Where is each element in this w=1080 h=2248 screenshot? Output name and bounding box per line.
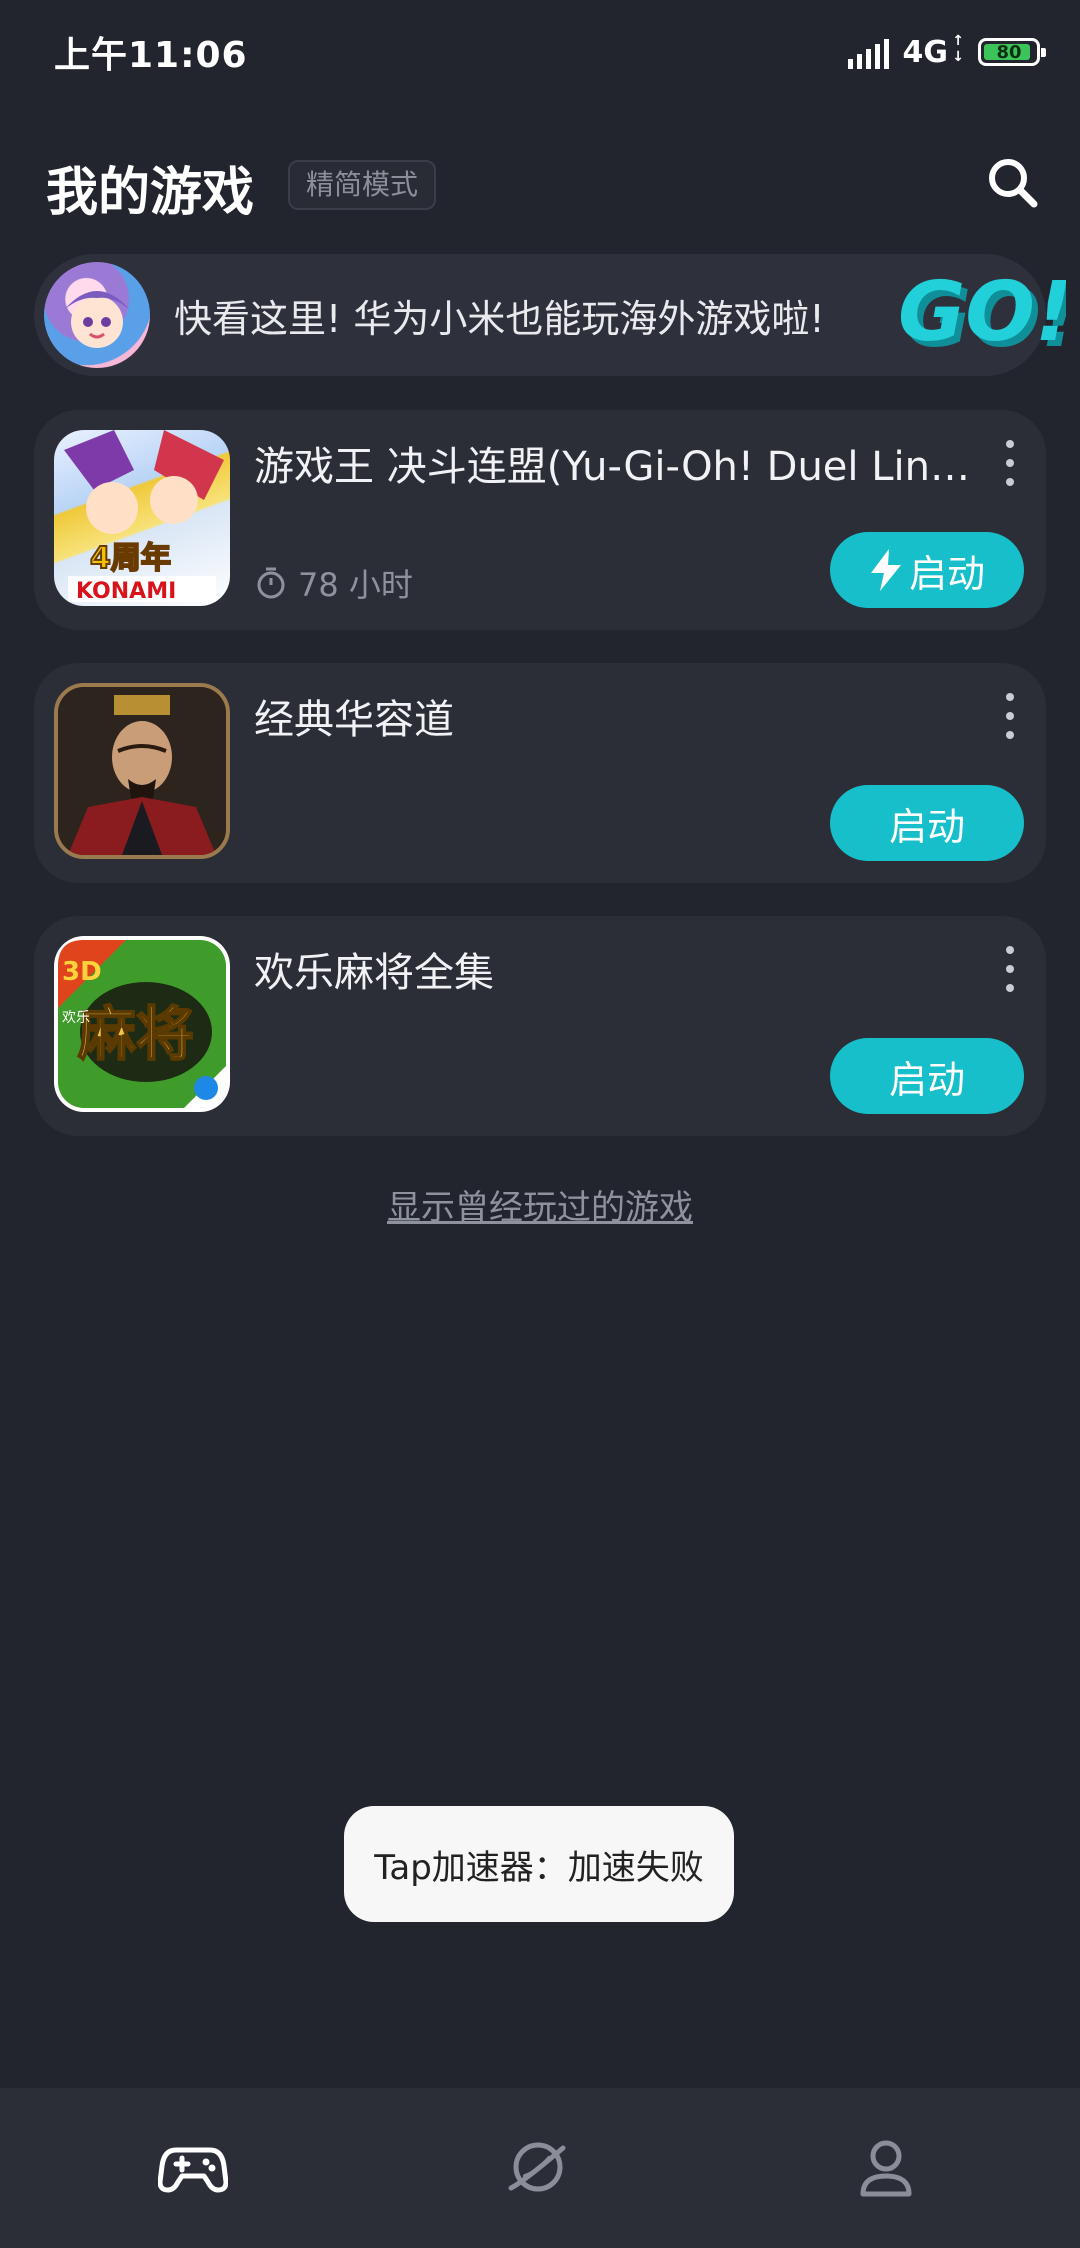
search-button[interactable] (980, 150, 1046, 216)
show-played-games-link[interactable]: 显示曾经玩过的游戏 (0, 1180, 1080, 1229)
battery-level: 80 (996, 41, 1022, 63)
nav-tab-profile[interactable] (851, 2132, 921, 2202)
promo-avatar (44, 262, 150, 368)
more-options-button[interactable] (1000, 693, 1020, 739)
user-icon (860, 2140, 912, 2197)
lightning-icon (870, 549, 901, 591)
go-text: GO! (898, 265, 1066, 360)
game-title: 欢乐麻将全集 (254, 950, 494, 996)
launch-label: 启动 (888, 804, 965, 849)
icon-3d-text: 3D (62, 957, 102, 987)
icon-mahjong-text: 麻将 (78, 1000, 194, 1068)
more-vertical-icon (1006, 946, 1014, 954)
launch-button[interactable]: 启动 (830, 785, 1024, 861)
game-icon-yugioh: 4周年 KONAMI (54, 430, 230, 606)
icon-anniversary-text: 4周年 (90, 541, 171, 576)
playtime-text: 78 小时 (298, 566, 413, 604)
network-type: 4G ↑ ↓ (902, 32, 965, 70)
promo-text: 快看这里! 华为小米也能玩海外游戏啦! (174, 297, 825, 341)
nav-tab-games[interactable] (157, 2132, 229, 2202)
icon-side-text: 欢乐 (62, 1010, 90, 1026)
more-vertical-icon (1006, 440, 1014, 448)
search-icon (989, 159, 1038, 208)
signal-icon (847, 35, 889, 69)
game-title: 游戏王 决斗连盟(Yu-Gi-Oh! Duel Links) (254, 444, 974, 490)
launch-button[interactable]: 启动 (830, 1038, 1024, 1114)
bottom-nav (0, 2088, 1080, 2248)
game-title: 经典华容道 (254, 697, 454, 743)
more-options-button[interactable] (1000, 946, 1020, 992)
stopwatch-icon (257, 567, 285, 599)
launch-label: 启动 (888, 1057, 965, 1102)
battery-icon: 80 (978, 38, 1046, 66)
status-indicators: 4G ↑ ↓ 80 (847, 30, 1046, 74)
status-bar: 上午11:06 4G ↑ ↓ 80 (0, 0, 1080, 100)
page-title: 我的游戏 (46, 163, 255, 223)
go-logo-icon: GO! GO! (898, 265, 1066, 366)
planet-icon (508, 2142, 566, 2192)
simple-mode-toggle[interactable]: 精简模式 (288, 160, 437, 210)
promo-banner[interactable]: 快看这里! 华为小米也能玩海外游戏啦! GO! GO! (34, 254, 1066, 376)
launch-label: 启动 (908, 551, 985, 596)
nav-tab-discover[interactable] (503, 2132, 573, 2202)
more-options-button[interactable] (1000, 440, 1020, 486)
game-card-huarongdao[interactable]: 经典华容道 启动 (34, 663, 1046, 883)
more-vertical-icon (1006, 693, 1014, 701)
launch-button[interactable]: 启动 (830, 532, 1024, 608)
gamepad-icon (157, 2147, 229, 2193)
game-card-mahjong[interactable]: 3D 麻将 欢乐 欢乐麻将全集 启动 (34, 916, 1046, 1136)
playtime: 78 小时 (254, 560, 413, 606)
toast-message: Tap加速器：加速失败 (344, 1806, 734, 1922)
icon-publisher-text: KONAMI (76, 579, 176, 604)
game-icon-huarongdao (54, 683, 230, 859)
status-time: 上午11:06 (54, 35, 248, 76)
game-icon-mahjong: 3D 麻将 欢乐 (54, 936, 230, 1112)
game-card-yugioh[interactable]: 4周年 KONAMI 游戏王 决斗连盟(Yu-Gi-Oh! Duel Links… (34, 410, 1046, 630)
